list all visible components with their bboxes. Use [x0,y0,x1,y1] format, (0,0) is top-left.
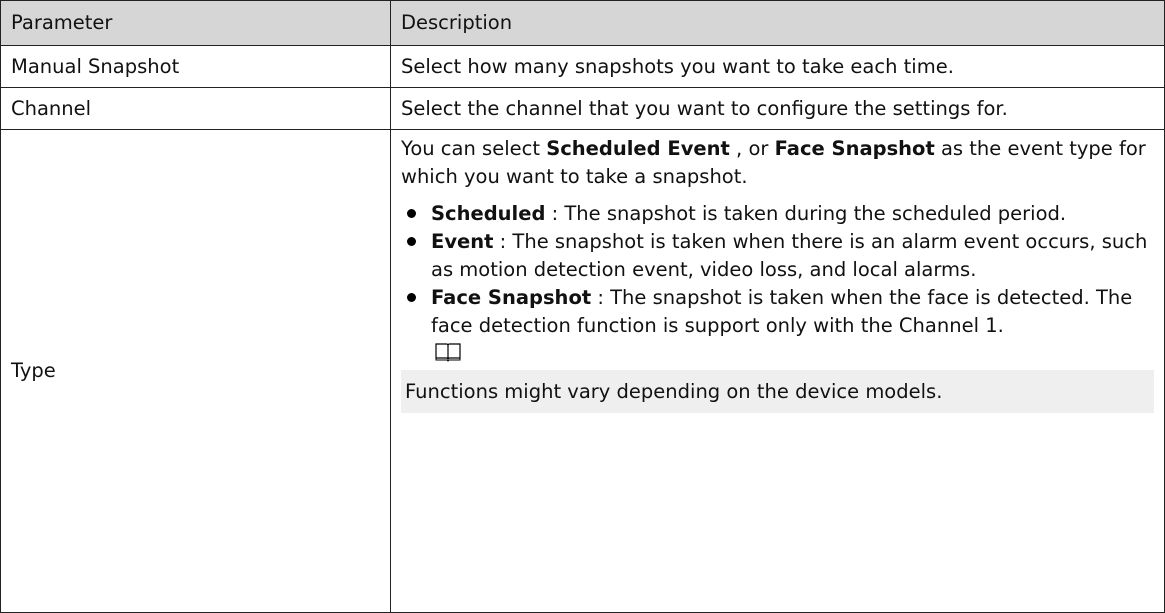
table-row: Manual Snapshot Select how many snapshot… [0,45,1165,88]
intro-bold-scheduled-event: Scheduled Event [546,137,730,160]
param-description: Select the channel that you want to conf… [390,87,1165,130]
param-description: You can select Scheduled Event , or Face… [390,129,1165,613]
intro-text: You can select [401,137,547,160]
list-item: Face Snapshot : The snapshot is taken wh… [401,284,1154,362]
note-box: Functions might vary depending on the de… [401,370,1154,413]
bullet-icon [407,237,416,246]
table-header-row: Parameter Description [0,0,1165,46]
bullet-term: Face Snapshot [431,286,592,309]
book-note-icon [435,343,461,362]
intro-bold-face-snapshot: Face Snapshot [774,137,935,160]
list-item: Event : The snapshot is taken when there… [401,228,1154,284]
bullet-text: : The snapshot is taken when there is an… [431,230,1148,281]
table-row: Type You can select Scheduled Event , or… [0,129,1165,613]
intro-text: , or [729,137,775,160]
header-description: Description [390,0,1165,46]
bullet-term: Event [431,230,494,253]
bullet-icon [407,209,416,218]
header-parameter: Parameter [0,0,391,46]
bullet-text: : The snapshot is taken during the sched… [545,202,1067,225]
parameter-table: Parameter Description Manual Snapshot Se… [0,0,1165,613]
table-row: Channel Select the channel that you want… [0,87,1165,130]
type-bullet-list: Scheduled : The snapshot is taken during… [401,200,1154,362]
bullet-term: Scheduled [431,202,546,225]
type-intro: You can select Scheduled Event , or Face… [401,135,1154,191]
param-description: Select how many snapshots you want to ta… [390,45,1165,88]
list-item: Scheduled : The snapshot is taken during… [401,200,1154,228]
param-name: Manual Snapshot [0,45,391,88]
bullet-icon [407,293,416,302]
param-name: Channel [0,87,391,130]
note-text: Functions might vary depending on the de… [405,380,943,403]
param-name: Type [0,129,391,613]
